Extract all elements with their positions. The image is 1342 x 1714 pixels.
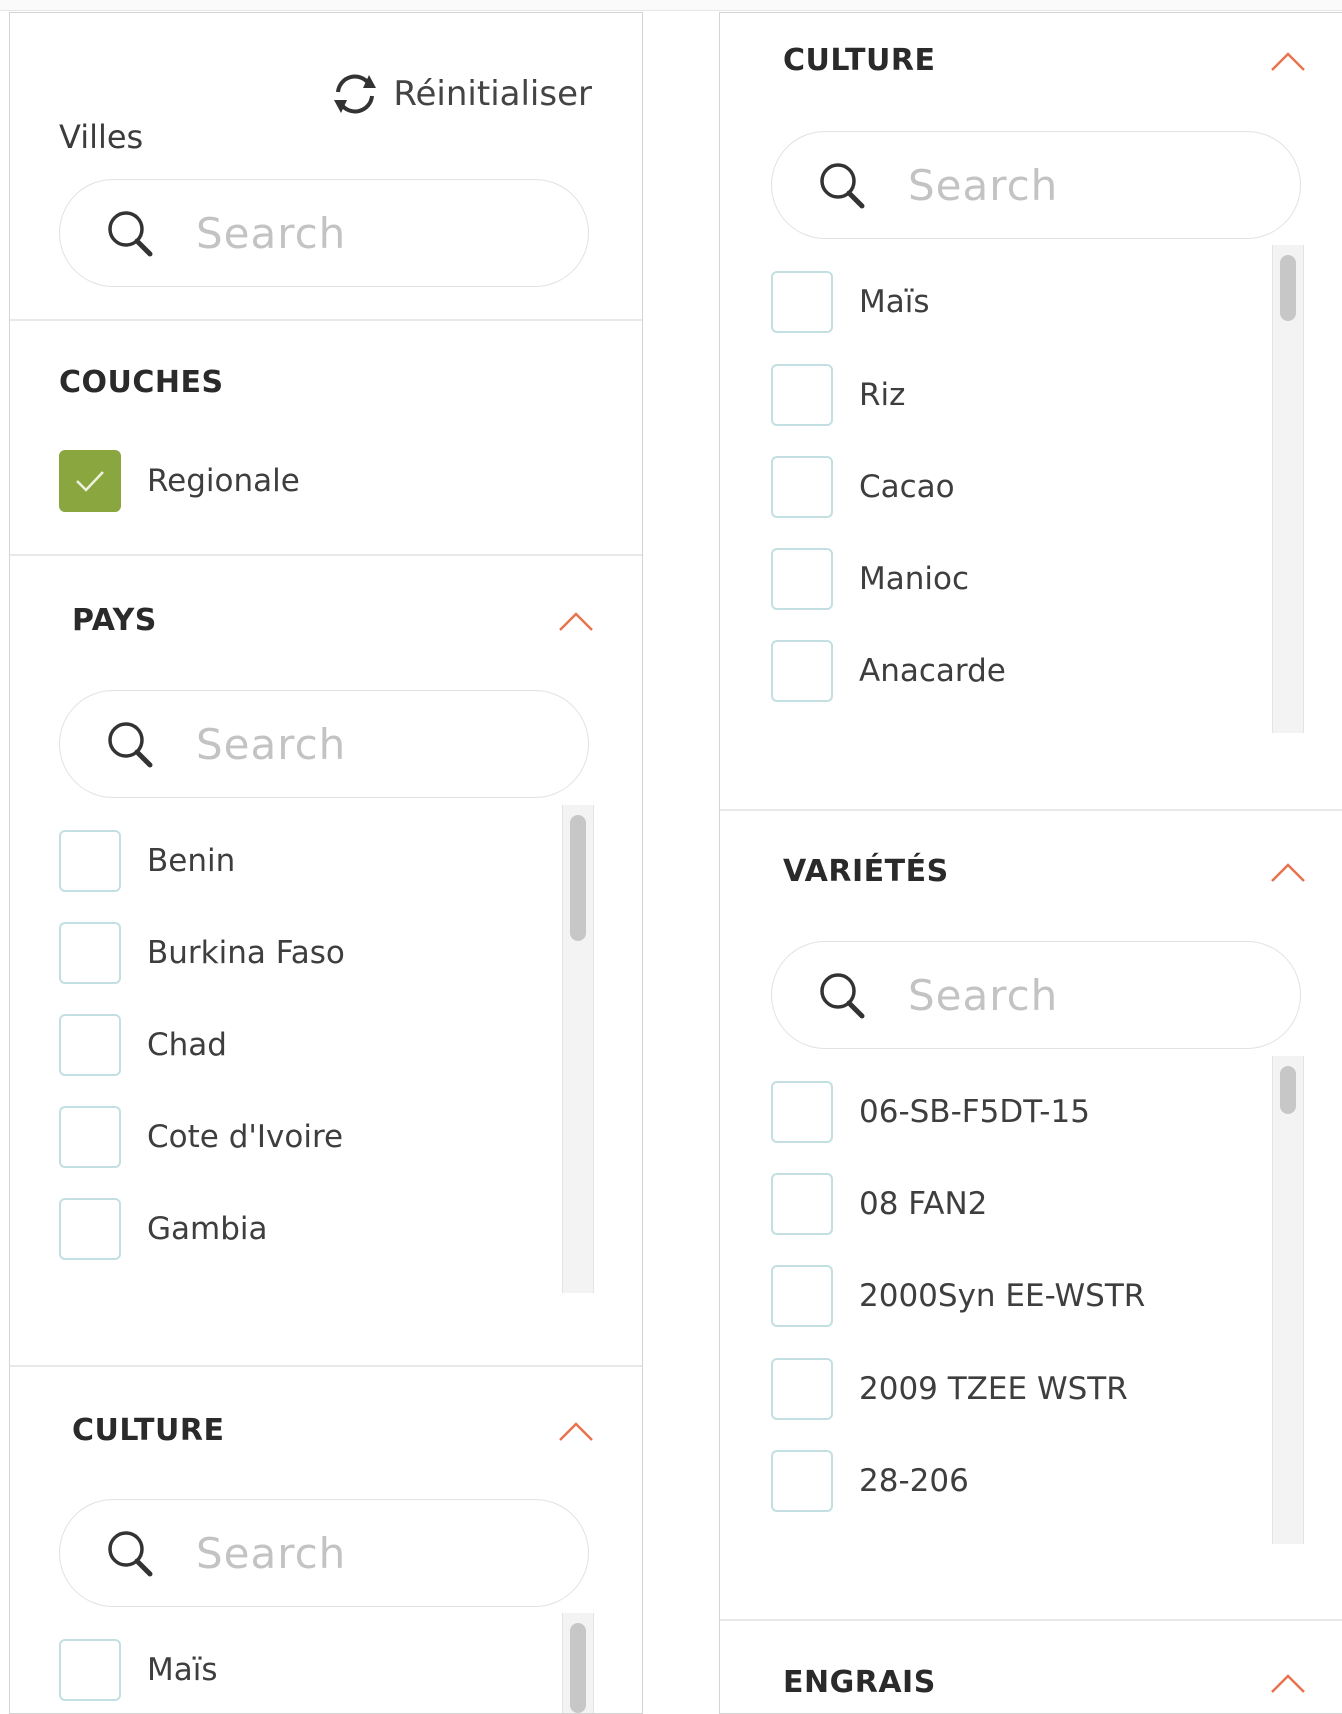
list-item[interactable]: Chad <box>59 1014 227 1076</box>
scrollbar[interactable] <box>1272 245 1304 733</box>
villes-label: Villes <box>59 118 144 156</box>
checkbox-label: Maïs <box>147 1652 218 1688</box>
divider <box>10 554 642 556</box>
search-icon <box>820 163 865 209</box>
chevron-up-icon[interactable] <box>557 1419 595 1443</box>
checkbox-label: Anacarde <box>859 653 1006 689</box>
checkbox[interactable] <box>771 1358 833 1420</box>
checkbox-label: Cacao <box>859 469 955 505</box>
search-icon <box>108 211 153 257</box>
checkbox[interactable] <box>59 1014 121 1076</box>
checkbox-label: Burkina Faso <box>147 935 345 971</box>
search-placeholder: Search <box>196 719 347 769</box>
checkbox-label: Maïs <box>859 284 930 320</box>
divider <box>720 1619 1342 1621</box>
chevron-up-icon[interactable] <box>1269 49 1307 73</box>
search-icon <box>108 722 153 768</box>
list-item[interactable]: Burkina Faso <box>59 922 345 984</box>
checkbox-label: Chad <box>147 1027 227 1063</box>
checkbox[interactable] <box>771 456 833 518</box>
divider <box>10 319 642 321</box>
chevron-up-icon[interactable] <box>1269 860 1307 884</box>
checkbox[interactable] <box>771 1173 833 1235</box>
checkbox[interactable] <box>771 1450 833 1512</box>
checkbox-label: Benin <box>147 843 236 879</box>
chevron-up-icon[interactable] <box>557 609 595 633</box>
scrollbar-thumb[interactable] <box>1280 1066 1296 1114</box>
pays-search-input[interactable]: Search <box>59 690 589 798</box>
search-placeholder: Search <box>908 970 1059 1020</box>
section-title-engrais: ENGRAIS <box>783 1665 936 1700</box>
checkbox-label: 28-206 <box>859 1463 969 1499</box>
scrollbar[interactable] <box>562 1613 594 1713</box>
scrollbar-thumb[interactable] <box>570 1623 586 1713</box>
checkbox[interactable] <box>771 640 833 702</box>
refresh-icon <box>334 74 377 114</box>
checkbox[interactable] <box>771 1081 833 1143</box>
checkbox-label: 2000Syn EE-WSTR <box>859 1278 1146 1314</box>
checkbox[interactable] <box>771 364 833 426</box>
culture-search-input[interactable]: Search <box>59 1499 589 1607</box>
search-placeholder: Search <box>196 1528 347 1578</box>
section-title-pays: PAYS <box>72 603 157 638</box>
list-item[interactable]: 08 FAN2 <box>771 1173 987 1235</box>
list-item[interactable]: Gambia <box>59 1198 268 1260</box>
checkbox-label: 06-SB-F5DT-15 <box>859 1094 1090 1130</box>
checkbox[interactable] <box>59 830 121 892</box>
search-icon <box>820 973 865 1019</box>
divider <box>720 809 1342 811</box>
checkbox-label: Gambia <box>147 1211 268 1247</box>
search-icon <box>108 1531 153 1577</box>
section-title-culture: CULTURE <box>72 1413 225 1448</box>
checkbox-label: Cote d'Ivoire <box>147 1119 344 1155</box>
list-item[interactable]: 2009 TZEE WSTR <box>771 1358 1128 1420</box>
chevron-up-icon[interactable] <box>1269 1671 1307 1695</box>
checkbox-label: Riz <box>859 377 906 413</box>
reset-button[interactable]: Réinitialiser <box>329 70 592 118</box>
filter-panel-left: Réinitialiser Villes Search COUCHES Regi… <box>9 12 643 1714</box>
scrollbar-thumb[interactable] <box>570 815 586 941</box>
checkbox[interactable] <box>771 271 833 333</box>
villes-search-input[interactable]: Search <box>59 179 589 287</box>
scrollbar[interactable] <box>1272 1056 1304 1544</box>
section-title-culture: CULTURE <box>783 43 936 78</box>
check-icon <box>76 471 104 492</box>
divider <box>10 1365 642 1367</box>
checkbox-label: Manioc <box>859 561 970 597</box>
list-item[interactable]: Riz <box>771 364 905 426</box>
list-item[interactable]: 28-206 <box>771 1450 969 1512</box>
top-strip <box>0 0 1342 11</box>
varietes-search-input[interactable]: Search <box>771 941 1301 1049</box>
list-item[interactable]: Manioc <box>771 548 969 610</box>
checkbox[interactable] <box>59 1106 121 1168</box>
checkbox[interactable] <box>59 922 121 984</box>
list-item[interactable]: 2000Syn EE-WSTR <box>771 1265 1145 1327</box>
section-title-varietes: VARIÉTÉS <box>783 854 949 889</box>
list-item[interactable]: Cote d'Ivoire <box>59 1106 343 1168</box>
checkbox[interactable] <box>771 1265 833 1327</box>
checkbox-label: 08 FAN2 <box>859 1186 988 1222</box>
list-item[interactable]: 06-SB-F5DT-15 <box>771 1081 1090 1143</box>
filter-panel-right: CULTURE Search Maïs Riz Cacao Manioc Ana… <box>719 12 1342 1714</box>
checkbox-checked[interactable] <box>59 450 121 512</box>
search-placeholder: Search <box>908 160 1059 210</box>
scrollbar-thumb[interactable] <box>1280 255 1296 321</box>
search-placeholder: Search <box>196 208 347 258</box>
culture-search-input[interactable]: Search <box>771 131 1301 239</box>
checkbox-row-regionale[interactable]: Regionale <box>59 450 300 512</box>
checkbox-label: 2009 TZEE WSTR <box>859 1371 1128 1407</box>
list-item[interactable]: Anacarde <box>771 640 1006 702</box>
checkbox-label: Regionale <box>147 463 300 499</box>
list-item[interactable]: Maïs <box>771 271 930 333</box>
list-item[interactable]: Benin <box>59 830 235 892</box>
section-title-couches: COUCHES <box>59 365 224 400</box>
list-item[interactable]: Cacao <box>771 456 955 518</box>
checkbox[interactable] <box>59 1198 121 1260</box>
scrollbar[interactable] <box>562 805 594 1293</box>
checkbox[interactable] <box>771 548 833 610</box>
reset-label: Réinitialiser <box>393 74 592 114</box>
